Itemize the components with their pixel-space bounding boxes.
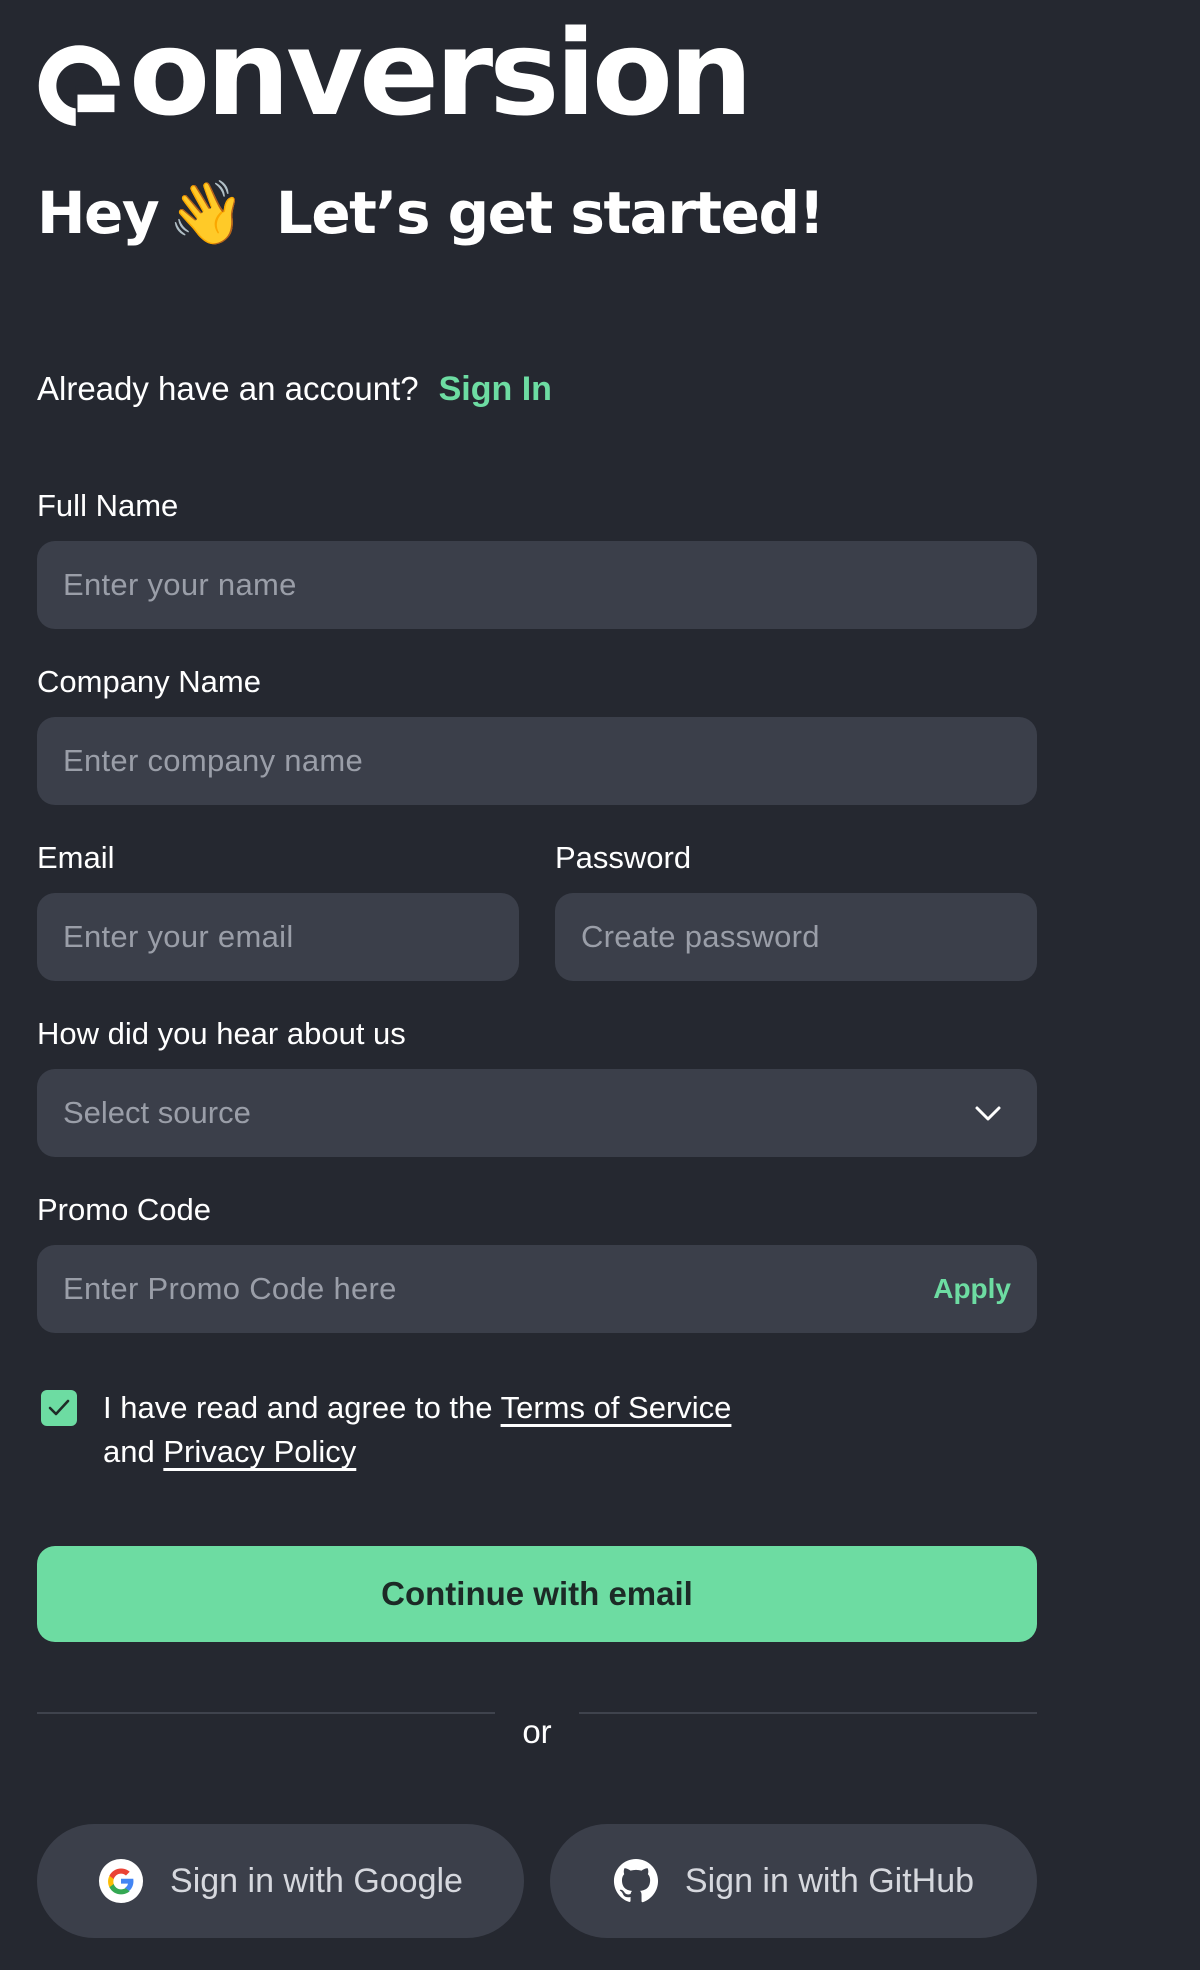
check-icon <box>48 1399 70 1416</box>
apply-promo-button[interactable]: Apply <box>933 1273 1011 1305</box>
agreement-text-and: and <box>103 1434 164 1469</box>
logo-wordmark: onversion <box>129 4 753 142</box>
email-input[interactable] <box>63 919 493 955</box>
company-name-input[interactable] <box>63 743 1011 779</box>
github-icon <box>613 1858 659 1904</box>
github-button-label: Sign in with GitHub <box>684 1861 975 1900</box>
source-select[interactable]: Select source <box>37 1069 1037 1157</box>
page-title: Hey 👋 Let’s get started! <box>37 176 825 250</box>
password-input[interactable] <box>581 919 1011 955</box>
divider-right <box>579 1712 1037 1714</box>
full-name-input[interactable] <box>63 567 1011 603</box>
agreement-text-before: I have read and agree to the <box>103 1390 501 1425</box>
signin-prompt-row: Already have an account? Sign In <box>37 370 552 409</box>
promo-code-label: Promo Code <box>37 1192 212 1227</box>
signin-prompt: Already have an account? <box>37 370 419 407</box>
email-field[interactable] <box>37 893 519 981</box>
or-separator: or <box>522 1713 552 1750</box>
chevron-down-icon <box>975 1106 1001 1121</box>
promo-code-input[interactable] <box>63 1271 934 1307</box>
greeting-text: Hey <box>37 179 160 247</box>
terms-of-service-link[interactable]: Terms of Service <box>501 1390 732 1425</box>
email-label: Email <box>37 840 115 875</box>
company-name-label: Company Name <box>37 664 261 699</box>
source-label: How did you hear about us <box>37 1016 406 1051</box>
agree-checkbox[interactable] <box>41 1390 77 1426</box>
headline-text: Let’s get started! <box>275 179 825 247</box>
logo-mark-icon <box>38 45 125 128</box>
agreement-text: I have read and agree to the Terms of Se… <box>103 1386 823 1474</box>
privacy-policy-link[interactable]: Privacy Policy <box>163 1434 356 1469</box>
full-name-field[interactable] <box>37 541 1037 629</box>
sign-in-github-button[interactable]: Sign in with GitHub <box>550 1824 1037 1938</box>
promo-code-field[interactable]: Apply <box>37 1245 1037 1333</box>
logo: onversion <box>37 14 753 132</box>
password-label: Password <box>555 840 692 875</box>
source-select-value: Select source <box>63 1095 251 1130</box>
continue-with-email-button[interactable]: Continue with email <box>37 1546 1037 1642</box>
full-name-label: Full Name <box>37 488 179 523</box>
google-icon <box>98 1858 144 1904</box>
sign-in-link[interactable]: Sign In <box>439 370 552 409</box>
company-name-field[interactable] <box>37 717 1037 805</box>
sign-in-google-button[interactable]: Sign in with Google <box>37 1824 524 1938</box>
google-button-label: Sign in with Google <box>170 1861 463 1900</box>
wave-icon: 👋 <box>168 176 245 249</box>
password-field[interactable] <box>555 893 1037 981</box>
